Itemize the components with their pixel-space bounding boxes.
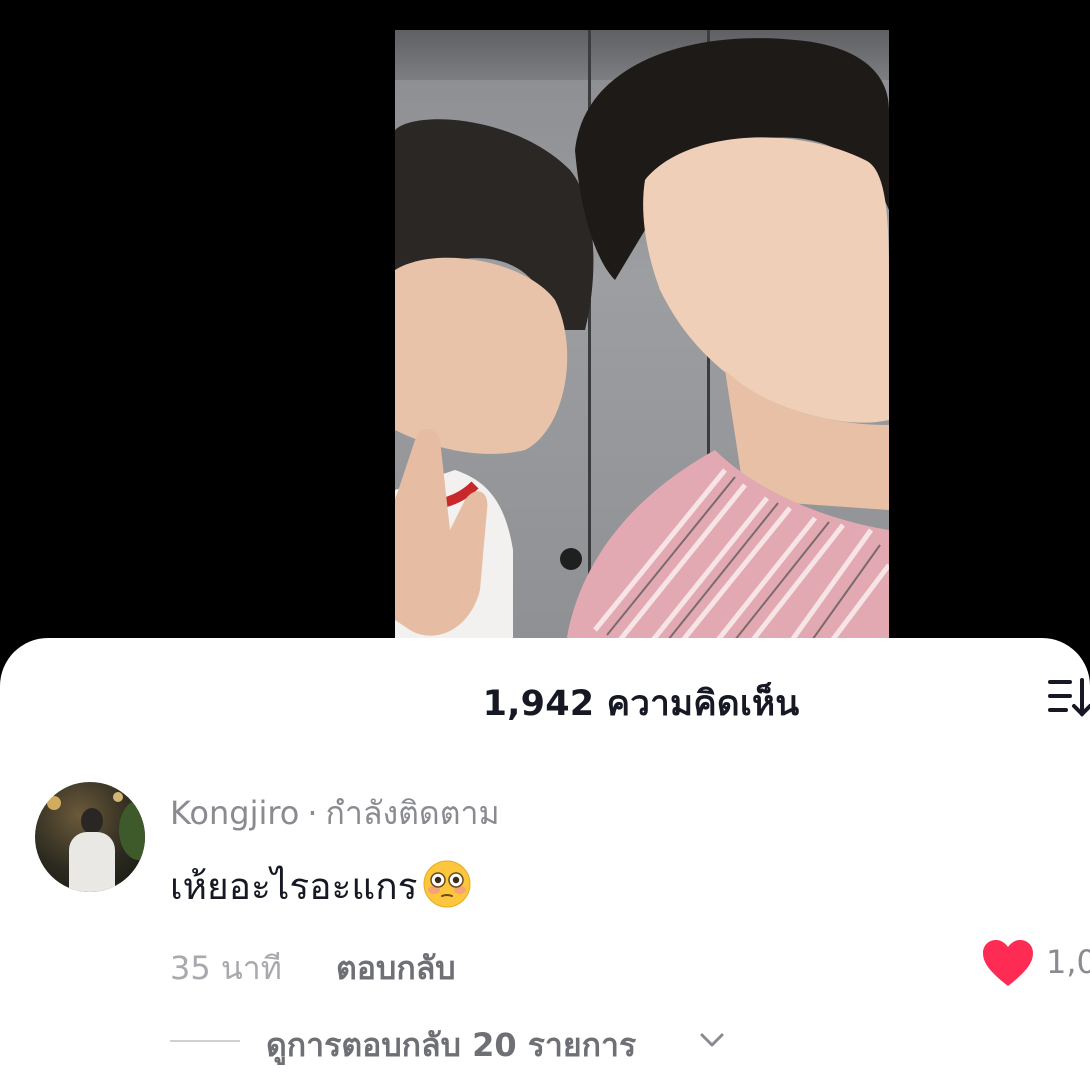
comment-timestamp: 35 นาที: [170, 949, 282, 987]
video-people-illustration: [395, 38, 889, 650]
view-replies-label: ดูการตอบกลับ 20 รายการ: [266, 1026, 637, 1064]
screen: 1,942 ความคิดเห็น Kongjiro · กำลังติดตาม เ…: [0, 0, 1090, 1090]
avatar-person-head: [81, 808, 103, 834]
comments-count-title: 1,942 ความคิดเห็น: [482, 684, 800, 724]
heart-icon: [983, 940, 1033, 986]
avatar-person-body: [69, 832, 115, 892]
avatar[interactable]: [35, 782, 145, 892]
video-player[interactable]: [395, 30, 889, 650]
replies-divider: [170, 1040, 240, 1042]
comment-author-row: Kongjiro · กำลังติดตาม: [170, 788, 500, 839]
avatar-light: [113, 792, 123, 802]
avatar-light: [47, 796, 61, 810]
chevron-down-icon: [700, 1033, 724, 1047]
comment-text: เห้ยอะไรอะแกร: [170, 865, 418, 908]
separator-dot: ·: [307, 794, 318, 832]
avatar-tree: [119, 800, 145, 860]
following-status: กำลังติดตาม: [325, 794, 500, 832]
reply-button[interactable]: ตอบกลับ: [336, 943, 456, 994]
sort-list-icon[interactable]: [1046, 676, 1090, 720]
comment-username[interactable]: Kongjiro: [170, 794, 299, 832]
flushed-face-emoji: [423, 860, 471, 908]
like-count: 1,0: [1046, 943, 1090, 981]
comment-body: เห้ยอะไรอะแกร: [170, 857, 472, 916]
